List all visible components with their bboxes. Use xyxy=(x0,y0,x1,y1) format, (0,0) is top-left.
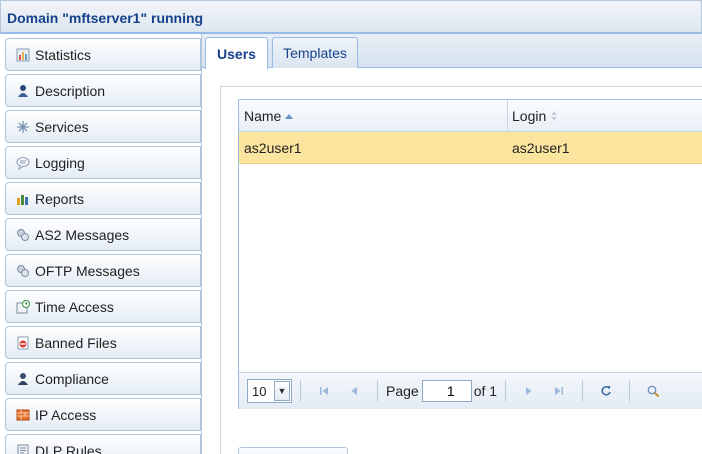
previous-page-icon[interactable] xyxy=(345,382,363,400)
page-label: Page xyxy=(386,383,419,399)
sort-neutral-icon xyxy=(551,111,558,121)
sidebar-item-label: Description xyxy=(35,82,106,99)
column-label: Name xyxy=(244,108,282,124)
sidebar-item-services[interactable]: Services xyxy=(5,110,201,143)
first-page-icon[interactable] xyxy=(315,382,333,400)
sidebar-item-ip-access[interactable]: IP Access xyxy=(5,398,201,431)
banned-files-icon xyxy=(17,336,29,349)
sidebar-item-label: Compliance xyxy=(35,370,109,387)
ip-access-icon xyxy=(16,409,30,420)
logging-icon xyxy=(16,156,30,170)
cell-login: as2user1 xyxy=(512,140,570,156)
tab-label: Users xyxy=(217,45,256,62)
window-title: Domain "mftserver1" running xyxy=(7,10,204,26)
compliance-icon xyxy=(18,372,28,385)
tab-label: Templates xyxy=(283,45,347,61)
as2-messages-icon xyxy=(17,228,29,241)
sort-ascending-icon xyxy=(285,114,294,119)
sidebar-item-label: DLP Rules xyxy=(35,442,102,454)
page-size-select[interactable]: 10 ▼ xyxy=(247,379,292,403)
last-page-icon[interactable] xyxy=(550,382,568,400)
sidebar-item-banned-files[interactable]: Banned Files xyxy=(5,326,201,359)
tab-users[interactable]: Users xyxy=(205,37,268,69)
panel-button[interactable] xyxy=(238,447,348,454)
sidebar-item-label: Logging xyxy=(35,154,85,171)
main-content: Users Templates Name Login as2user1 as2u… xyxy=(202,34,702,454)
next-page-icon[interactable] xyxy=(520,382,538,400)
table-row[interactable]: as2user1 as2user1 xyxy=(239,132,702,164)
toolbar-separator xyxy=(377,380,378,402)
services-icon xyxy=(17,120,29,133)
sidebar-item-statistics[interactable]: Statistics xyxy=(5,38,201,71)
sidebar-item-oftp-messages[interactable]: OFTP Messages xyxy=(5,254,201,287)
sidebar-item-dlp-rules[interactable]: DLP Rules xyxy=(5,434,201,454)
sidebar-item-compliance[interactable]: Compliance xyxy=(5,362,201,395)
sidebar-item-label: Banned Files xyxy=(35,334,117,351)
toolbar-separator xyxy=(629,380,631,402)
sidebar-item-label: OFTP Messages xyxy=(35,262,140,279)
toolbar-separator xyxy=(582,380,584,402)
oftp-messages-icon xyxy=(17,264,29,277)
sidebar-item-description[interactable]: Description xyxy=(5,74,201,107)
page-count-label: of 1 xyxy=(473,383,498,399)
sidebar-item-label: AS2 Messages xyxy=(35,226,130,243)
sidebar-item-label: Statistics xyxy=(35,46,92,63)
users-grid: Name Login as2user1 as2user1 10 ▼ Page 1… xyxy=(238,99,702,409)
column-label: Login xyxy=(512,108,547,124)
time-access-icon xyxy=(16,299,30,313)
dlp-rules-icon xyxy=(17,444,29,454)
sidebar-item-reports[interactable]: Reports xyxy=(5,182,201,215)
sidebar-item-label: IP Access xyxy=(35,406,97,423)
sidebar-item-as2-messages[interactable]: AS2 Messages xyxy=(5,218,201,251)
window-title-bar: Domain "mftserver1" running xyxy=(0,0,702,34)
sidebar: Statistics Description Services Logging … xyxy=(0,34,202,454)
sidebar-item-logging[interactable]: Logging xyxy=(5,146,201,179)
search-icon[interactable] xyxy=(644,382,662,400)
chevron-down-icon[interactable]: ▼ xyxy=(274,381,290,401)
page-size-value: 10 xyxy=(252,383,267,399)
cell-name: as2user1 xyxy=(244,140,302,156)
toolbar-separator xyxy=(300,380,301,402)
current-page-input[interactable] xyxy=(421,380,472,402)
sidebar-item-time-access[interactable]: Time Access xyxy=(5,290,201,323)
column-header-login[interactable]: Login xyxy=(507,100,702,132)
user-icon xyxy=(18,84,28,97)
sidebar-item-label: Reports xyxy=(35,190,85,207)
paging-toolbar: 10 ▼ Page of 1 xyxy=(239,372,702,409)
sidebar-item-label: Services xyxy=(35,118,89,135)
refresh-icon[interactable] xyxy=(597,382,615,400)
sidebar-item-label: Time Access xyxy=(35,298,114,315)
column-header-name[interactable]: Name xyxy=(239,100,507,132)
toolbar-separator xyxy=(505,380,507,402)
grid-header: Name Login xyxy=(239,100,702,132)
tab-strip: Users Templates xyxy=(202,34,702,69)
reports-icon xyxy=(17,194,28,205)
statistics-icon xyxy=(16,48,30,61)
tab-templates[interactable]: Templates xyxy=(272,37,358,68)
